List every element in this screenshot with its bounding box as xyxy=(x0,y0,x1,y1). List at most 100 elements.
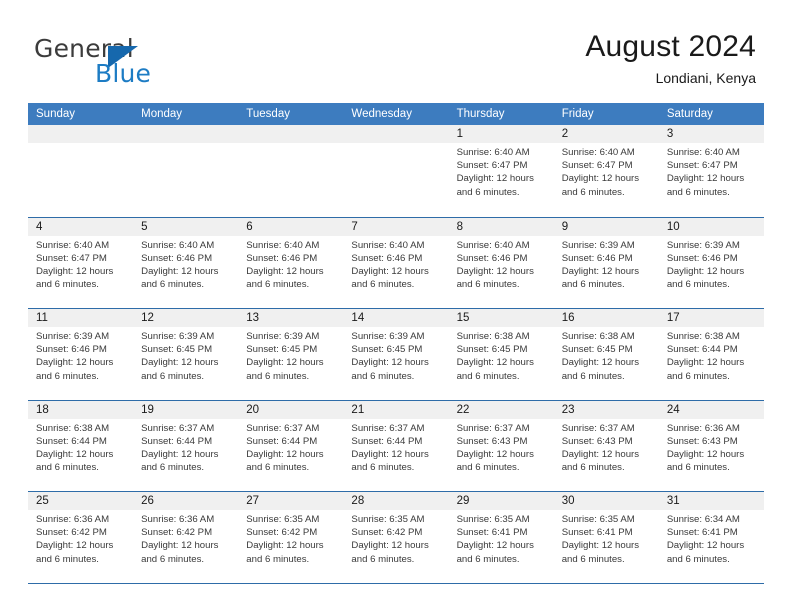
day-number: 3 xyxy=(658,125,764,143)
day-sun-info: Sunrise: 6:35 AM Sunset: 6:42 PM Daylight:… xyxy=(238,510,343,566)
general-blue-logo[interactable]: General Blue xyxy=(34,34,254,94)
calendar-day-cell[interactable]: 13 Sunrise: 6:39 AM Sunset: 6:45 PM Dayligh… xyxy=(238,309,344,400)
calendar-day-cell[interactable]: 9 Sunrise: 6:39 AM Sunset: 6:46 PM Daylight… xyxy=(553,217,659,309)
daylight-duration-line2: and 6 minutes. xyxy=(36,370,99,382)
weekday-header-friday: Friday xyxy=(561,108,594,120)
calendar-day-cell[interactable]: 21 Sunrise: 6:37 AM Sunset: 6:44 PM Dayligh… xyxy=(343,400,449,492)
daylight-duration-line2: and 6 minutes. xyxy=(561,279,625,291)
day-sun-info: Sunrise: 6:37 AM Sunset: 6:44 PM Daylight:… xyxy=(133,419,238,475)
sunset-time: Sunset: 6:45 PM xyxy=(246,344,318,356)
daylight-duration-line2: and 6 minutes. xyxy=(36,553,99,565)
sunrise-time: Sunrise: 6:37 AM xyxy=(141,422,215,434)
sunrise-time: Sunrise: 6:40 AM xyxy=(666,147,740,158)
calendar-day-cell[interactable]: 22 Sunrise: 6:37 AM Sunset: 6:43 PM Dayligh… xyxy=(448,400,554,492)
sunset-time: Sunset: 6:44 PM xyxy=(36,435,107,447)
day-sun-info: Sunrise: 6:37 AM Sunset: 6:43 PM Daylight:… xyxy=(449,419,554,475)
day-number: 9 xyxy=(553,217,659,236)
calendar-day-cell[interactable]: 18 Sunrise: 6:38 AM Sunset: 6:44 PM Dayligh… xyxy=(28,400,134,492)
sunrise-time: Sunrise: 6:40 AM xyxy=(456,239,530,251)
daylight-duration-line1: Daylight: 12 hours xyxy=(561,448,640,460)
calendar-day-cell[interactable]: 20 Sunrise: 6:37 AM Sunset: 6:44 PM Dayligh… xyxy=(238,400,344,492)
calendar-week-row: 18 Sunrise: 6:38 AM Sunset: 6:44 PM Dayligh… xyxy=(28,399,764,492)
daylight-duration-line2: and 6 minutes. xyxy=(456,462,520,474)
calendar-day-cell[interactable]: 31 Sunrise: 6:34 AM Sunset: 6:41 PM Dayligh… xyxy=(658,492,764,583)
daylight-duration-line2: and 6 minutes. xyxy=(246,462,310,474)
logo-text-blue: Blue xyxy=(95,59,152,88)
calendar-day-cell[interactable]: 26 Sunrise: 6:36 AM Sunset: 6:42 PM Dayligh… xyxy=(133,492,239,583)
calendar-day-cell[interactable]: 8 Sunrise: 6:40 AM Sunset: 6:46 PM Daylight… xyxy=(448,217,554,309)
calendar-day-cell[interactable]: 7 Sunrise: 6:40 AM Sunset: 6:46 PM Daylight… xyxy=(343,217,449,309)
daylight-duration-line2: and 6 minutes. xyxy=(456,370,520,382)
calendar-day-cell[interactable]: 19 Sunrise: 6:37 AM Sunset: 6:44 PM Dayligh… xyxy=(133,400,239,492)
calendar-day-cell[interactable]: 14 Sunrise: 6:39 AM Sunset: 6:45 PM Dayligh… xyxy=(343,309,449,400)
calendar-day-cell[interactable]: 23 Sunrise: 6:37 AM Sunset: 6:43 PM Dayligh… xyxy=(553,400,659,492)
day-number: 11 xyxy=(28,309,134,327)
daylight-duration-line1: Daylight: 12 hours xyxy=(36,448,114,460)
day-number xyxy=(28,125,134,143)
sunset-time: Sunset: 6:41 PM xyxy=(666,527,738,539)
weekday-header-wednesday: Wednesday xyxy=(351,108,412,120)
weekday-header-thursday: Thursday xyxy=(456,108,505,120)
calendar-day-cell[interactable]: 6 Sunrise: 6:40 AM Sunset: 6:46 PM Daylight… xyxy=(238,217,344,309)
daylight-duration-line2: and 6 minutes. xyxy=(666,186,730,198)
day-sun-info: Sunrise: 6:37 AM Sunset: 6:44 PM Daylight:… xyxy=(343,419,448,475)
daylight-duration-line1: Daylight: 12 hours xyxy=(141,265,219,277)
calendar-day-cell[interactable]: 29 Sunrise: 6:35 AM Sunset: 6:41 PM Dayligh… xyxy=(448,492,554,583)
sunrise-time: Sunrise: 6:40 AM xyxy=(246,239,320,251)
sunrise-time: Sunrise: 6:38 AM xyxy=(36,422,110,434)
sunset-time: Sunset: 6:45 PM xyxy=(351,344,423,356)
day-sun-info: Sunrise: 6:40 AM Sunset: 6:46 PM Daylight:… xyxy=(238,236,343,292)
sunrise-time: Sunrise: 6:37 AM xyxy=(246,422,320,434)
calendar-day-cell[interactable]: 10 Sunrise: 6:39 AM Sunset: 6:46 PM Dayligh… xyxy=(658,217,764,309)
sunset-time: Sunset: 6:46 PM xyxy=(141,252,213,264)
calendar-day-cell[interactable]: 4 Sunrise: 6:40 AM Sunset: 6:47 PM Daylight… xyxy=(28,217,134,309)
calendar-day-cell[interactable]: 25 Sunrise: 6:36 AM Sunset: 6:42 PM Dayligh… xyxy=(28,492,134,583)
weekday-header-sunday: Sunday xyxy=(36,108,76,120)
day-sun-info: Sunrise: 6:36 AM Sunset: 6:42 PM Daylight:… xyxy=(133,510,238,566)
daylight-duration-line1: Daylight: 12 hours xyxy=(456,357,534,369)
page-header: General Blue August 2024 Londiani, Kenya xyxy=(28,28,764,98)
day-sun-info: Sunrise: 6:37 AM Sunset: 6:44 PM Daylight:… xyxy=(238,419,343,475)
day-number: 1 xyxy=(448,125,554,143)
weekday-header-monday: Monday xyxy=(141,108,183,120)
daylight-duration-line2: and 6 minutes. xyxy=(561,370,625,382)
daylight-duration-line2: and 6 minutes. xyxy=(666,370,730,382)
sunset-time: Sunset: 6:42 PM xyxy=(36,527,107,539)
calendar-week-row: 4 Sunrise: 6:40 AM Sunset: 6:47 PM Daylight… xyxy=(28,216,764,309)
calendar-day-cell[interactable]: 28 Sunrise: 6:35 AM Sunset: 6:42 PM Dayligh… xyxy=(343,492,449,583)
calendar-day-cell[interactable]: 2 Sunrise: 6:40 AM Sunset: 6:47 PM Daylight… xyxy=(553,125,659,217)
calendar-day-cell[interactable]: 30 Sunrise: 6:35 AM Sunset: 6:41 PM Dayligh… xyxy=(553,492,659,583)
sunrise-time: Sunrise: 6:39 AM xyxy=(351,331,425,342)
sunset-time: Sunset: 6:46 PM xyxy=(456,252,528,264)
sunset-time: Sunset: 6:45 PM xyxy=(561,344,633,356)
calendar-day-empty xyxy=(238,125,344,217)
day-number: 24 xyxy=(658,400,764,419)
daylight-duration-line1: Daylight: 12 hours xyxy=(666,265,745,277)
daylight-duration-line1: Daylight: 12 hours xyxy=(456,173,534,185)
calendar-day-cell[interactable]: 27 Sunrise: 6:35 AM Sunset: 6:42 PM Dayligh… xyxy=(238,492,344,583)
calendar-day-empty xyxy=(343,125,449,217)
calendar-day-cell[interactable]: 16 Sunrise: 6:38 AM Sunset: 6:45 PM Dayligh… xyxy=(553,309,659,400)
day-sun-info: Sunrise: 6:39 AM Sunset: 6:46 PM Daylight:… xyxy=(28,327,133,383)
daylight-duration-line2: and 6 minutes. xyxy=(141,279,205,291)
calendar-day-cell[interactable]: 12 Sunrise: 6:39 AM Sunset: 6:45 PM Dayligh… xyxy=(133,309,239,400)
calendar-day-cell[interactable]: 15 Sunrise: 6:38 AM Sunset: 6:45 PM Dayligh… xyxy=(448,309,554,400)
daylight-duration-line1: Daylight: 12 hours xyxy=(141,540,219,552)
calendar-day-cell[interactable]: 24 Sunrise: 6:36 AM Sunset: 6:43 PM Dayligh… xyxy=(658,400,764,492)
day-number: 30 xyxy=(553,492,659,510)
calendar-day-cell[interactable]: 1 Sunrise: 6:40 AM Sunset: 6:47 PM Daylight… xyxy=(448,125,554,217)
day-number: 23 xyxy=(553,400,659,419)
calendar-day-empty xyxy=(133,125,239,217)
sunset-time: Sunset: 6:41 PM xyxy=(456,527,528,539)
calendar-day-cell[interactable]: 3 Sunrise: 6:40 AM Sunset: 6:47 PM Daylight… xyxy=(658,125,764,217)
day-sun-info: Sunrise: 6:39 AM Sunset: 6:46 PM Daylight:… xyxy=(554,236,659,292)
calendar-day-cell[interactable]: 5 Sunrise: 6:40 AM Sunset: 6:46 PM Daylight… xyxy=(133,217,239,309)
day-number xyxy=(133,125,239,143)
sunset-time: Sunset: 6:44 PM xyxy=(351,435,423,447)
daylight-duration-line1: Daylight: 12 hours xyxy=(36,265,114,277)
sunset-time: Sunset: 6:45 PM xyxy=(141,344,213,356)
calendar-day-cell[interactable]: 17 Sunrise: 6:38 AM Sunset: 6:44 PM Dayligh… xyxy=(658,309,764,400)
calendar-day-cell[interactable]: 11 Sunrise: 6:39 AM Sunset: 6:46 PM Dayligh… xyxy=(28,309,134,400)
sunrise-time: Sunrise: 6:35 AM xyxy=(351,514,425,525)
day-sun-info: Sunrise: 6:35 AM Sunset: 6:42 PM Daylight:… xyxy=(343,510,448,566)
